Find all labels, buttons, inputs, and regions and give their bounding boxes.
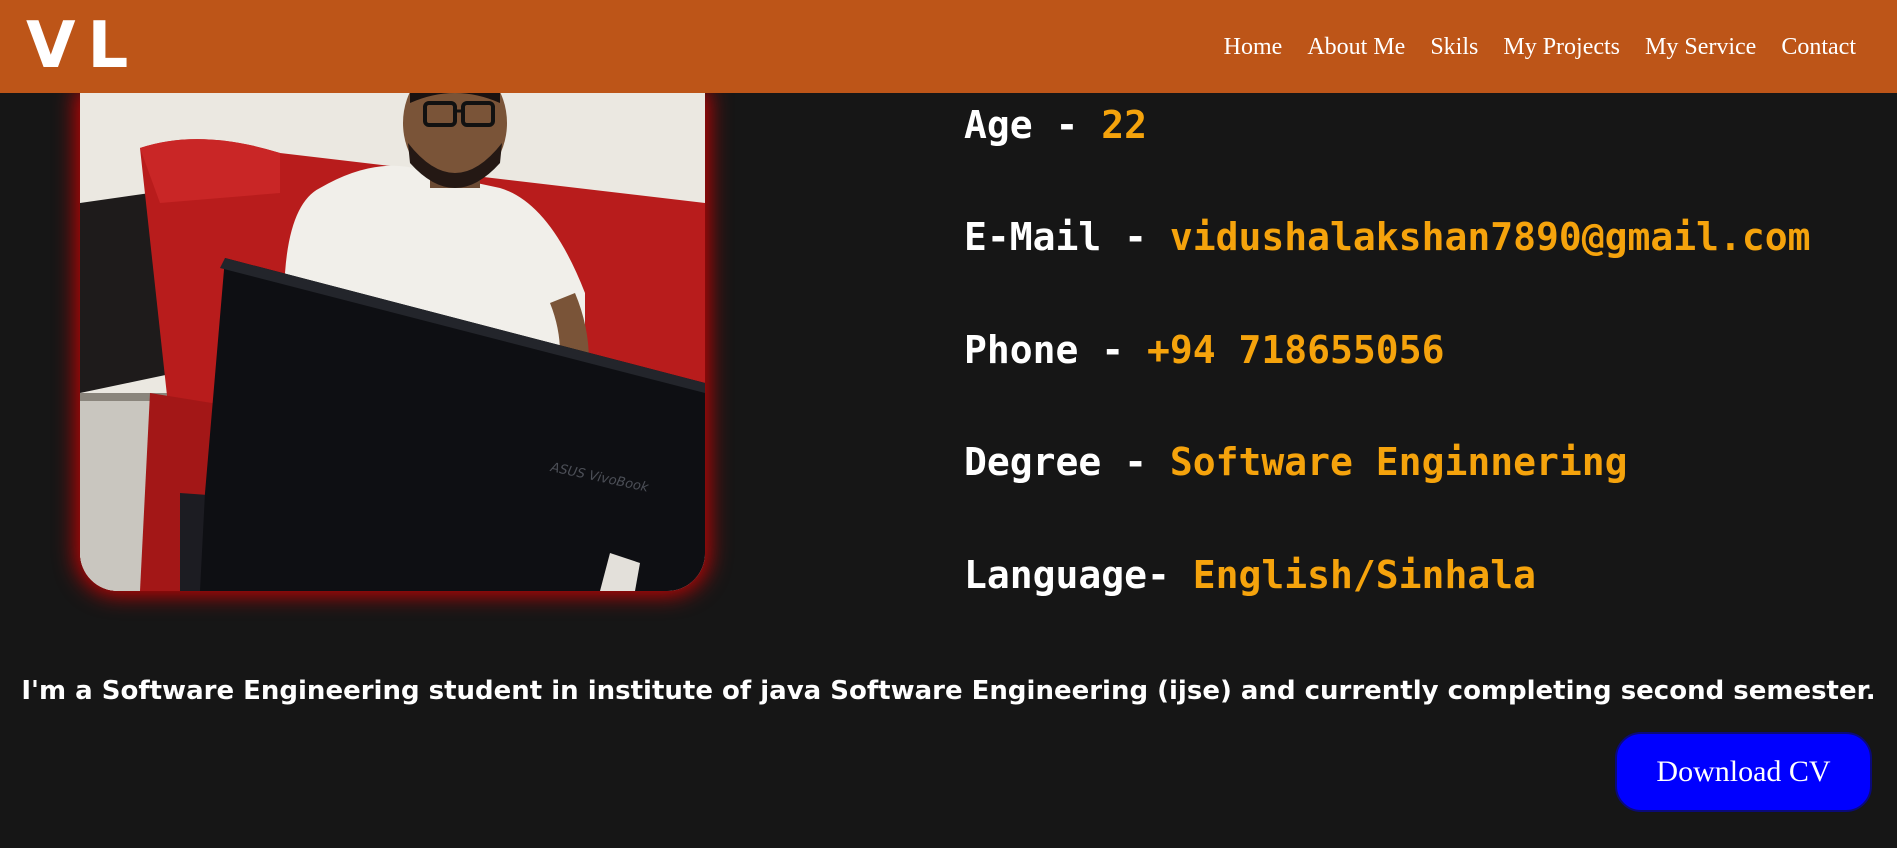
nav-link-about-me[interactable]: About Me — [1307, 30, 1405, 64]
nav-link-contact[interactable]: Contact — [1781, 30, 1856, 64]
nav-links: Home About Me Skils My Projects My Servi… — [1224, 30, 1856, 64]
info-age: Age - 22 — [964, 102, 1147, 148]
download-cv-button[interactable]: Download CV — [1615, 732, 1872, 812]
nav-link-home[interactable]: Home — [1224, 30, 1283, 64]
info-degree-value: Software Enginnering — [1169, 440, 1628, 484]
info-degree: Degree - Software Enginnering — [964, 439, 1627, 485]
nav-link-my-projects[interactable]: My Projects — [1503, 30, 1620, 64]
info-age-label: Age - — [964, 103, 1102, 147]
info-email-value[interactable]: vidushalakshan7890@gmail.com — [1170, 215, 1811, 259]
info-language-value: English/Sinhala — [1192, 553, 1536, 597]
info-email: E-Mail - vidushalakshan7890@gmail.com — [964, 214, 1811, 260]
site-logo[interactable]: VL — [26, 8, 140, 84]
info-phone-value: +94 718655056 — [1147, 328, 1445, 372]
bio-text: I'm a Software Engineering student in in… — [21, 676, 1876, 706]
info-language: Language- English/Sinhala — [964, 552, 1536, 598]
info-email-label: E-Mail - — [964, 215, 1170, 259]
info-phone: Phone - +94 718655056 — [964, 327, 1444, 373]
info-age-value: 22 — [1101, 103, 1148, 147]
profile-photo: ASUS VivoBook — [80, 93, 705, 591]
info-phone-label: Phone - — [964, 328, 1148, 372]
navbar: VL Home About Me Skils My Projects My Se… — [0, 0, 1897, 93]
nav-link-my-service[interactable]: My Service — [1645, 30, 1756, 64]
info-degree-label: Degree - — [964, 440, 1170, 484]
nav-link-skills[interactable]: Skils — [1430, 30, 1478, 64]
info-language-label: Language- — [964, 553, 1193, 597]
